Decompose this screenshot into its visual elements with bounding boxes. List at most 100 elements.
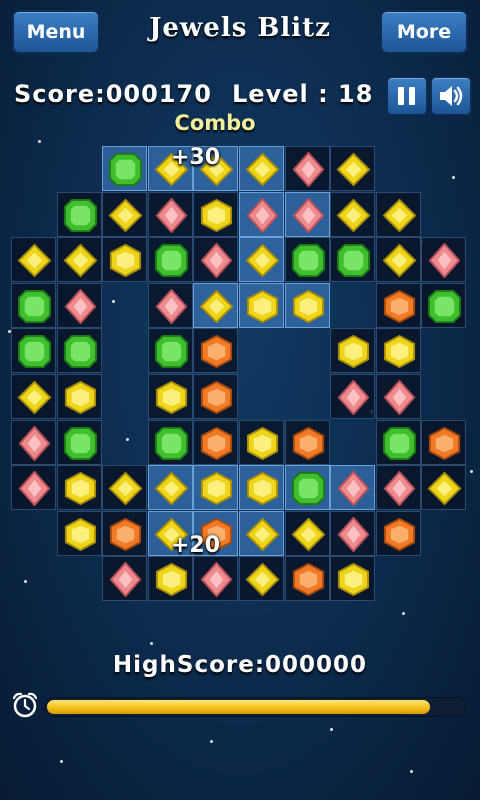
board-cell[interactable] bbox=[56, 328, 102, 374]
board-cell[interactable] bbox=[375, 465, 421, 511]
combo-points-popup: +20 bbox=[171, 533, 221, 558]
board-cell[interactable] bbox=[421, 237, 467, 283]
yellow-hexagon-gem bbox=[201, 472, 233, 506]
board-cell[interactable] bbox=[421, 465, 467, 511]
board-cell[interactable] bbox=[56, 191, 102, 237]
board-cell[interactable] bbox=[193, 328, 239, 374]
board-cell[interactable] bbox=[147, 191, 193, 237]
board-cell[interactable] bbox=[375, 328, 421, 374]
board-cell[interactable] bbox=[284, 465, 330, 511]
board-cell[interactable] bbox=[284, 556, 330, 602]
board-cell[interactable] bbox=[56, 282, 102, 328]
board-cell[interactable] bbox=[56, 419, 102, 465]
board-cell[interactable] bbox=[193, 374, 239, 419]
pink-diamond-gem bbox=[155, 288, 188, 324]
board-cell[interactable] bbox=[330, 146, 376, 191]
board-cell[interactable] bbox=[193, 282, 239, 328]
board-cell[interactable] bbox=[147, 556, 193, 602]
board-cell[interactable] bbox=[375, 237, 421, 283]
board-cell[interactable] bbox=[239, 282, 284, 328]
pink-diamond-gem bbox=[64, 288, 96, 324]
yellow-diamond-gem bbox=[336, 198, 371, 233]
yellow-diamond-gem bbox=[108, 198, 143, 233]
pink-diamond-gem bbox=[383, 471, 416, 507]
board-cell[interactable] bbox=[147, 328, 193, 374]
board-cell[interactable] bbox=[11, 237, 56, 283]
board-cell[interactable] bbox=[11, 328, 56, 374]
board-cell[interactable] bbox=[330, 556, 376, 602]
yellow-diamond-gem bbox=[154, 471, 189, 506]
board-cell[interactable] bbox=[193, 237, 239, 283]
green-octagon-gem bbox=[154, 244, 188, 278]
board-cell[interactable] bbox=[421, 282, 467, 328]
board-cell[interactable] bbox=[375, 374, 421, 419]
board-cell[interactable] bbox=[102, 510, 148, 556]
green-octagon-gem bbox=[109, 152, 143, 187]
yellow-diamond-gem bbox=[108, 471, 143, 506]
board-cell[interactable] bbox=[375, 191, 421, 237]
yellow-hexagon-gem bbox=[246, 426, 279, 460]
board-cell[interactable] bbox=[330, 374, 376, 419]
board-cell[interactable] bbox=[239, 556, 284, 602]
orange-hexagon-gem bbox=[383, 517, 415, 551]
pink-diamond-gem bbox=[292, 152, 324, 187]
yellow-diamond-gem bbox=[245, 243, 280, 278]
orange-hexagon-gem bbox=[201, 335, 233, 369]
board-cell[interactable] bbox=[11, 374, 56, 419]
board-cell[interactable] bbox=[193, 419, 239, 465]
board-cell[interactable] bbox=[330, 465, 376, 511]
board-cell[interactable] bbox=[56, 374, 102, 419]
board-cell[interactable] bbox=[147, 465, 193, 511]
board-cell[interactable] bbox=[193, 556, 239, 602]
board-cell[interactable] bbox=[102, 237, 148, 283]
board-cell[interactable] bbox=[193, 191, 239, 237]
yellow-hexagon-gem bbox=[246, 472, 279, 506]
yellow-hexagon-gem bbox=[110, 244, 142, 278]
board-cell[interactable] bbox=[284, 419, 330, 465]
board-cell[interactable] bbox=[102, 191, 148, 237]
time-remaining-fill bbox=[47, 700, 430, 714]
time-remaining-bar bbox=[44, 697, 466, 717]
orange-hexagon-gem bbox=[110, 517, 142, 551]
board-cell[interactable] bbox=[239, 237, 284, 283]
board-cell[interactable] bbox=[56, 237, 102, 283]
board-cell[interactable] bbox=[330, 328, 376, 374]
board-cell[interactable] bbox=[147, 237, 193, 283]
board-cell[interactable] bbox=[11, 282, 56, 328]
board-cell[interactable] bbox=[102, 465, 148, 511]
board-cell[interactable] bbox=[284, 146, 330, 191]
board-cell[interactable] bbox=[239, 510, 284, 556]
board-cell[interactable] bbox=[147, 419, 193, 465]
board-cell[interactable] bbox=[193, 465, 239, 511]
board-cell[interactable] bbox=[284, 510, 330, 556]
green-octagon-gem bbox=[63, 426, 97, 460]
board-cell[interactable] bbox=[11, 419, 56, 465]
board-cell[interactable] bbox=[375, 282, 421, 328]
board-cell[interactable] bbox=[284, 237, 330, 283]
board-cell[interactable] bbox=[147, 374, 193, 419]
board-cell[interactable] bbox=[102, 556, 148, 602]
board-cell[interactable] bbox=[375, 510, 421, 556]
board-cell[interactable] bbox=[239, 465, 284, 511]
board-cell[interactable] bbox=[330, 191, 376, 237]
board-cell[interactable] bbox=[11, 465, 56, 511]
board-cell[interactable] bbox=[330, 510, 376, 556]
board-cell[interactable] bbox=[147, 282, 193, 328]
board-cell[interactable] bbox=[284, 191, 330, 237]
board-cell[interactable] bbox=[56, 510, 102, 556]
board-cell[interactable] bbox=[239, 419, 284, 465]
board-cell[interactable] bbox=[239, 191, 284, 237]
green-octagon-gem bbox=[63, 198, 97, 232]
board-cell[interactable] bbox=[284, 282, 330, 328]
pink-diamond-gem bbox=[18, 471, 51, 507]
yellow-hexagon-gem bbox=[64, 517, 96, 551]
board-cell[interactable] bbox=[56, 465, 102, 511]
board-cell[interactable] bbox=[375, 419, 421, 465]
board-cell[interactable] bbox=[239, 146, 284, 191]
board-cell[interactable] bbox=[102, 146, 148, 191]
yellow-diamond-gem bbox=[382, 198, 417, 233]
board-cell[interactable] bbox=[330, 237, 376, 283]
pink-diamond-gem bbox=[201, 243, 233, 279]
board-cell[interactable] bbox=[421, 419, 467, 465]
yellow-hexagon-gem bbox=[155, 380, 187, 415]
